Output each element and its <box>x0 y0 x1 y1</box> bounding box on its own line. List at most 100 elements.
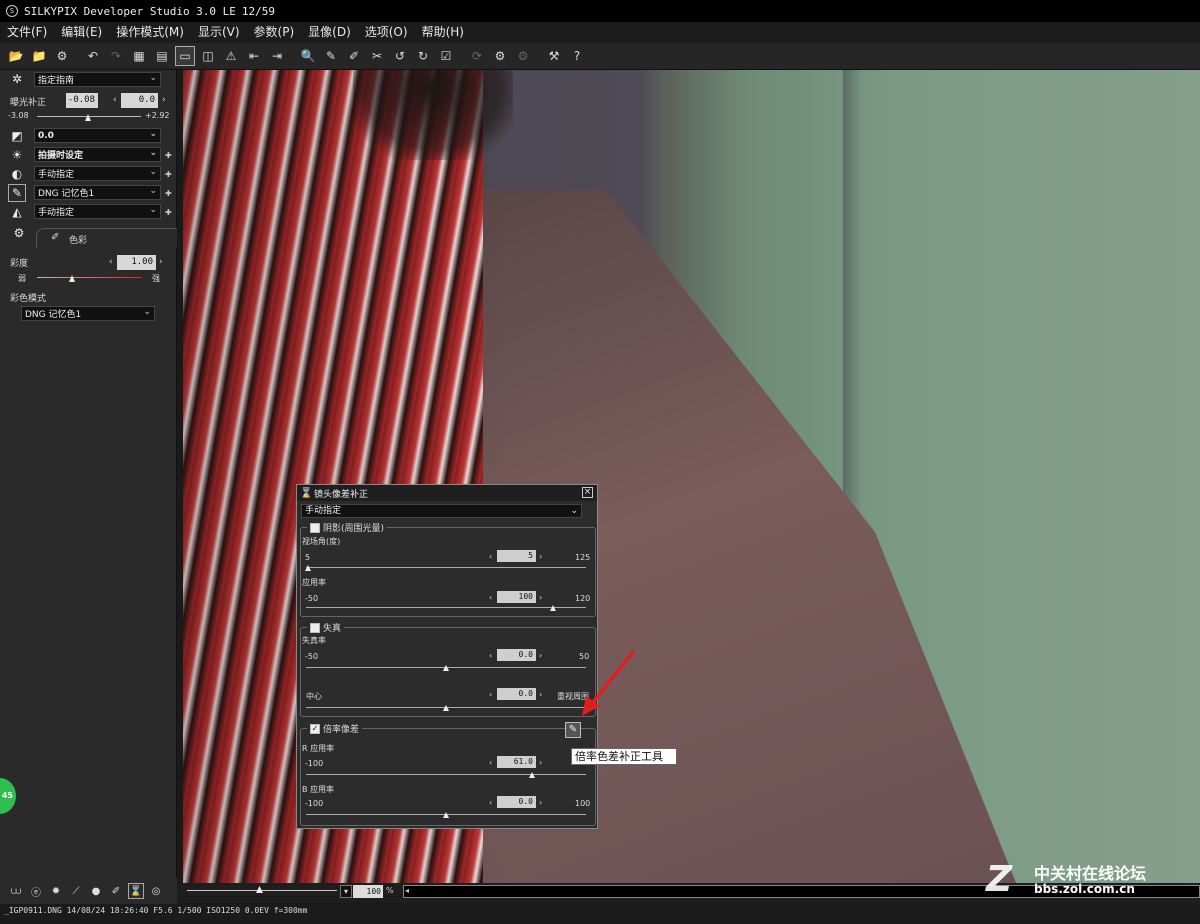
b-apply-decrease[interactable]: ‹ <box>489 798 492 807</box>
b-apply-increase[interactable]: › <box>539 798 542 807</box>
zoom-dropdown-icon[interactable]: ▾ <box>340 885 352 898</box>
menu-file[interactable]: 文件(F) <box>0 22 54 43</box>
preset-select[interactable]: 指定指南 ⌄ <box>34 71 161 87</box>
menu-develop[interactable]: 显像(D) <box>301 22 358 43</box>
menu-params[interactable]: 参数(P) <box>247 22 302 43</box>
vignette-apply-increase[interactable]: › <box>539 593 542 602</box>
vignette-checkbox[interactable] <box>310 522 320 533</box>
open-folder-icon[interactable]: 📂 <box>6 46 26 66</box>
vignette-apply-input[interactable]: 100 <box>497 591 536 603</box>
contrast-select[interactable]: 0.0 ⌄ <box>34 128 161 143</box>
zoom-value[interactable]: 100 <box>353 885 383 898</box>
view-angle-increase[interactable]: › <box>539 552 542 561</box>
settings-copy-icon[interactable]: ⚙ <box>490 46 510 66</box>
r-apply-input[interactable]: 61.0 <box>497 756 536 768</box>
vignette-apply-decrease[interactable]: ‹ <box>489 593 492 602</box>
center-increase[interactable]: › <box>539 690 542 699</box>
sharpness-plus-icon[interactable]: ✚ <box>165 208 172 217</box>
eyedropper-icon[interactable]: ✐ <box>344 46 364 66</box>
view-angle-slider[interactable] <box>306 567 586 568</box>
grid-view-icon[interactable]: ▦ <box>129 46 149 66</box>
saturation-increase-arrow[interactable]: › <box>159 257 163 267</box>
r-apply-slider[interactable] <box>306 774 586 775</box>
histogram-icon[interactable]: ⩊ <box>8 883 24 899</box>
hammer-icon[interactable]: ⚒ <box>544 46 564 66</box>
center-decrease[interactable]: ‹ <box>489 690 492 699</box>
distortion-rate-increase[interactable]: › <box>539 651 542 660</box>
crop-icon[interactable]: ✂ <box>367 46 387 66</box>
lens-tool-icon[interactable]: ⌛ <box>128 883 144 899</box>
center-slider-thumb[interactable] <box>443 705 449 711</box>
saturation-decrease-arrow[interactable]: ‹ <box>109 257 113 267</box>
menu-edit[interactable]: 编辑(E) <box>54 22 109 43</box>
compare-view-icon[interactable]: ◫ <box>198 46 218 66</box>
saturation-slider[interactable] <box>37 277 142 278</box>
r-apply-slider-thumb[interactable] <box>529 772 535 778</box>
open-folder-recent-icon[interactable]: 📁 <box>29 46 49 66</box>
menu-view[interactable]: 显示(V) <box>191 22 247 43</box>
distortion-rate-input[interactable]: 0.0 <box>497 649 536 661</box>
menu-mode[interactable]: 操作模式(M) <box>109 22 191 43</box>
settings-gears-icon[interactable]: ⚙ <box>10 224 28 242</box>
dialog-title-bar[interactable]: ⌛ 镜头像差补正 <box>297 485 597 501</box>
preview-view-icon[interactable]: ▭ <box>175 46 195 66</box>
exif-icon[interactable]: ⓔ <box>28 883 44 899</box>
redo-icon[interactable]: ↷ <box>106 46 126 66</box>
view-angle-decrease[interactable]: ‹ <box>489 552 492 561</box>
view-angle-slider-thumb[interactable] <box>305 565 311 571</box>
rotate-right-icon[interactable]: ↻ <box>413 46 433 66</box>
warning-icon[interactable]: ⚠ <box>221 46 241 66</box>
rotate-left-icon[interactable]: ↺ <box>390 46 410 66</box>
color-select[interactable]: DNG 记忆色1 ⌄ <box>34 185 161 200</box>
help-icon[interactable]: ? <box>567 46 587 66</box>
wb-picker-icon[interactable]: ✎ <box>321 46 341 66</box>
exposure-input[interactable]: -0.08 <box>66 93 98 108</box>
b-apply-slider-thumb[interactable] <box>443 812 449 818</box>
r-apply-decrease[interactable]: ‹ <box>489 758 492 767</box>
vignette-apply-slider-thumb[interactable] <box>550 605 556 611</box>
prev-image-icon[interactable]: ⇤ <box>244 46 264 66</box>
combined-view-icon[interactable]: ▤ <box>152 46 172 66</box>
saturation-input[interactable]: 1.00 <box>117 255 156 270</box>
tone-select[interactable]: 手动指定 ⌄ <box>34 166 161 181</box>
r-apply-increase[interactable]: › <box>539 758 542 767</box>
menu-help[interactable]: 帮助(H) <box>415 22 471 43</box>
wb-select[interactable]: 拍摄时设定 ⌄ <box>34 147 161 162</box>
color-mode-select[interactable]: DNG 记忆色1 ⌄ <box>21 306 155 321</box>
exposure-fine-input[interactable]: 0.0 <box>121 93 158 108</box>
check-icon[interactable]: ☑ <box>436 46 456 66</box>
camera-tool-icon[interactable]: ◎ <box>148 883 164 899</box>
distortion-rate-decrease[interactable]: ‹ <box>489 651 492 660</box>
tab-color[interactable]: ✐ 色彩 <box>36 228 177 248</box>
zoom-icon[interactable]: 🔍 <box>298 46 318 66</box>
next-image-icon[interactable]: ⇥ <box>267 46 287 66</box>
sun-tool-icon[interactable]: ✹ <box>48 883 64 899</box>
sphere-icon[interactable]: ● <box>88 883 104 899</box>
wb-plus-icon[interactable]: ✚ <box>165 151 172 160</box>
color-plus-icon[interactable]: ✚ <box>165 189 172 198</box>
b-apply-input[interactable]: 0.0 <box>497 796 536 808</box>
tone-curve-icon[interactable]: ⟋ <box>68 883 84 899</box>
undo-icon[interactable]: ↶ <box>83 46 103 66</box>
develop-icon[interactable]: ⚙ <box>52 46 72 66</box>
color-pen-icon[interactable]: ✎ <box>8 184 26 202</box>
sharpness-select[interactable]: 手动指定 ⌄ <box>34 204 161 219</box>
exposure-increase-arrow[interactable]: › <box>162 95 166 105</box>
center-input[interactable]: 0.0 <box>497 688 536 700</box>
distortion-checkbox[interactable] <box>310 622 320 633</box>
chromatic-checkbox[interactable]: ✓ <box>310 723 320 734</box>
tone-plus-icon[interactable]: ✚ <box>165 170 172 179</box>
close-icon[interactable]: × <box>582 487 593 498</box>
settings-paste-icon[interactable]: ⚙ <box>513 46 533 66</box>
sharpen-tool-icon[interactable]: ✐ <box>108 883 124 899</box>
exposure-decrease-arrow[interactable]: ‹ <box>113 95 117 105</box>
chromatic-tool-pen-icon[interactable]: ✎ <box>565 722 581 738</box>
distortion-rate-slider-thumb[interactable] <box>443 665 449 671</box>
menu-options[interactable]: 选项(O) <box>358 22 415 43</box>
lens-preset-select[interactable]: 手动指定 ⌄ <box>301 504 582 518</box>
view-angle-input[interactable]: 5 <box>497 550 536 562</box>
scroll-left-icon[interactable]: ◂ <box>405 886 409 895</box>
sync-icon[interactable]: ⟳ <box>467 46 487 66</box>
zoom-slider[interactable] <box>187 890 337 891</box>
vignette-apply-slider[interactable] <box>306 607 586 608</box>
